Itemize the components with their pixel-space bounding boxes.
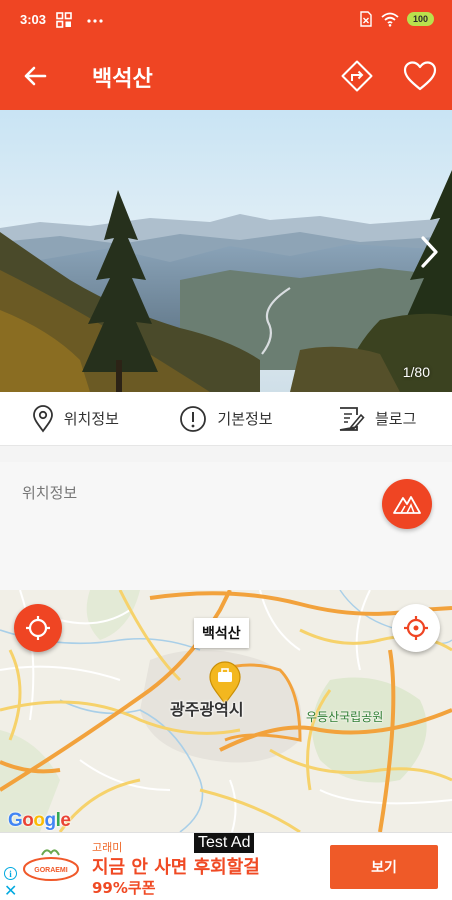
location-section-title: 위치정보 (22, 484, 78, 502)
blog-edit-icon (339, 406, 365, 431)
info-tabs: 위치정보 기본정보 블로그 (0, 392, 452, 446)
sim-icon (360, 11, 372, 27)
tab-basic-info[interactable]: 기본정보 (151, 392, 302, 445)
ad-subheadline: 99%쿠폰 (92, 879, 156, 897)
ad-view-button[interactable]: 보기 (330, 845, 438, 889)
photo-gallery[interactable]: 1/80 (0, 110, 452, 392)
tab-location[interactable]: 위치정보 (0, 392, 151, 445)
mountain-icon (393, 496, 421, 514)
crosshair-icon (26, 616, 50, 640)
page-title: 백석산 (92, 67, 153, 92)
ad-banner[interactable]: i ✕ GORAEMI 고래미 지금 안 사면 후회할걸 99%쿠폰 보기 Te… (0, 832, 452, 900)
ad-headline: 지금 안 사면 후회할걸 (92, 857, 260, 878)
next-photo-chevron-icon[interactable] (414, 232, 444, 272)
app-bar: 백석산 (0, 42, 452, 110)
section-divider (0, 446, 452, 462)
map-marker-callout: 백석산 (194, 618, 249, 648)
map-park-label: 우등산국립공원 (306, 710, 384, 724)
app-screen: 3:03 100 백석산 1/80 위치정보 기본정보 블로그 위치정보 백석산… (0, 0, 452, 900)
info-circle-icon (180, 405, 207, 432)
ad-close-icon[interactable]: ✕ (4, 881, 17, 900)
back-arrow-icon[interactable] (18, 59, 52, 93)
heart-icon[interactable] (402, 59, 438, 93)
wifi-icon (381, 12, 399, 27)
tab-blog-label: 블로그 (374, 410, 417, 428)
location-section: 위치정보 (0, 462, 452, 590)
current-location-button[interactable] (14, 604, 62, 652)
status-time: 3:03 (20, 12, 47, 27)
svg-text:GORAEMI: GORAEMI (34, 867, 68, 874)
ad-brand-logo: GORAEMI (23, 849, 79, 881)
tab-location-label: 위치정보 (63, 410, 119, 428)
status-bar: 3:03 100 (0, 0, 452, 42)
mountain-photo (0, 110, 452, 392)
google-logo: Google (8, 810, 71, 831)
directions-icon[interactable] (340, 59, 374, 93)
mountain-location-button[interactable] (392, 604, 440, 652)
ad-info-icon[interactable]: i (4, 867, 17, 880)
status-left-icons (56, 12, 104, 28)
photo-counter: 1/80 (402, 364, 430, 380)
status-right-icons: 100 (359, 11, 434, 27)
more-dots-icon (87, 19, 103, 23)
location-map[interactable]: 백석산 광주광역시 우등산국립공원 Google (0, 590, 452, 832)
tab-blog[interactable]: 블로그 (301, 392, 452, 445)
mountain-button[interactable] (382, 479, 432, 529)
location-pin-icon (32, 404, 53, 433)
tab-basic-info-label: 기본정보 (217, 410, 273, 428)
map-city-label: 광주광역시 (170, 700, 244, 719)
app-grid-icon (56, 12, 72, 28)
battery-icon: 100 (407, 12, 434, 26)
test-ad-label: Test Ad (194, 833, 255, 853)
target-icon (404, 616, 428, 640)
